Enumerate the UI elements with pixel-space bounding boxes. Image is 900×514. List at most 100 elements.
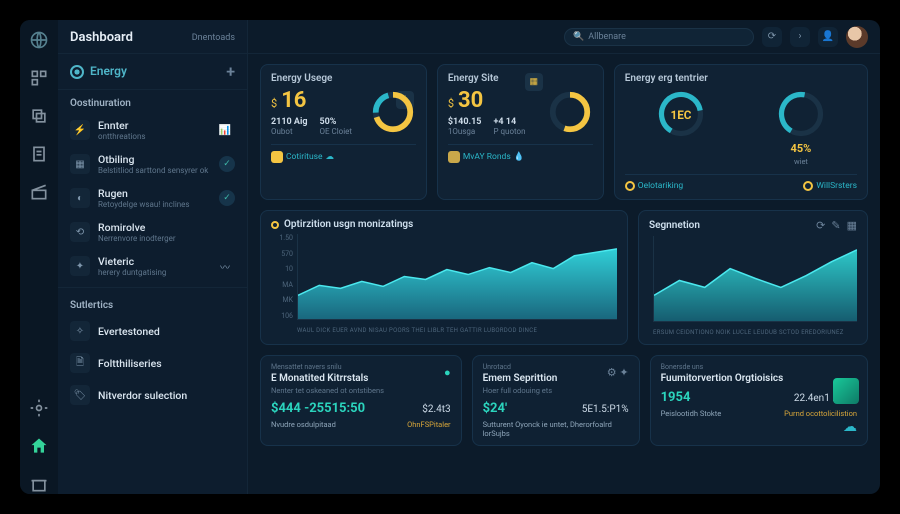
- chart-title: Segnnetion: [649, 220, 700, 231]
- sidebar-item-ennter[interactable]: ⚡ Ennterontthreations 📊: [58, 113, 247, 147]
- y-axis: 1.5057010MAMK106: [271, 234, 293, 320]
- rail-home-icon[interactable]: [29, 436, 49, 456]
- ring-dot-icon: [625, 181, 635, 191]
- edit-icon[interactable]: ✎: [831, 219, 840, 232]
- drop-icon: 💧: [514, 152, 525, 162]
- refresh-icon[interactable]: ⟳: [816, 219, 825, 232]
- sidebar-item-label: Foltthiliseries: [98, 357, 235, 370]
- x-axis: WAUL DICK EUER AVND NISAU POORS THEI LIB…: [297, 327, 617, 334]
- rail-doc-icon[interactable]: [29, 144, 49, 164]
- search-icon: 🔍: [573, 32, 584, 42]
- sidebar-item-label: Otbiling: [98, 153, 211, 166]
- wave-icon: 〰: [215, 256, 235, 276]
- content: Energy Usege $16 1 2110 AigOubot 50%OE C…: [248, 54, 880, 456]
- page-subtitle: Dnentoads: [192, 33, 235, 43]
- section-stats-label: Sutlertics: [58, 292, 247, 315]
- region-icon: ◐: [70, 188, 90, 208]
- usage-value: 16: [281, 88, 306, 113]
- sidebar-item-vieteric[interactable]: ✦ Vietericherery duntgatising 〰: [58, 249, 247, 283]
- next-button[interactable]: ›: [790, 27, 810, 47]
- summary-card-c: Bonersde uns Fuumitorvertion Orgtioisics…: [650, 355, 868, 446]
- rail-layers-icon[interactable]: [29, 106, 49, 126]
- rail-globe-icon[interactable]: [29, 30, 49, 50]
- sidebar: Dashboard Dnentoads Energy + Oostinurati…: [58, 20, 248, 494]
- chart-tools: ⟳ ✎ ▦: [816, 219, 857, 232]
- sidebar-item-romirolve[interactable]: ⟲ RomirolveNerrenvore inodterger: [58, 215, 247, 249]
- svg-text:1EC: 1EC: [670, 108, 691, 122]
- ring-value: 45%: [791, 142, 812, 155]
- summary-title: Fuumitorvertion Orgtioisics: [661, 373, 857, 384]
- sidebar-item-label: Rugen: [98, 187, 211, 200]
- notify-button[interactable]: 👤: [818, 27, 838, 47]
- card-title: Energy Usege: [271, 73, 416, 84]
- sidebar-item-folt[interactable]: 🗎 Foltthiliseries: [58, 347, 247, 379]
- card-foot-link[interactable]: Cotirituse ☁: [271, 151, 334, 163]
- status-dot-icon: ●: [444, 366, 451, 379]
- summary-title: E Monatited Kitrrstals: [271, 373, 451, 384]
- x-axis: ERSUM CEIDNTIONO NOIK LUCLE LEUDUB SCTOD…: [653, 329, 857, 336]
- card-title: Energy erg tentrier: [625, 73, 857, 84]
- card-energy-usage: Energy Usege $16 1 2110 AigOubot 50%OE C…: [260, 64, 427, 200]
- icon-rail: [20, 20, 58, 494]
- card-title: Energy Site: [448, 73, 593, 84]
- chart-title: Optirzition usgn monizatings: [284, 219, 413, 230]
- section-config-label: Oostinuration: [58, 90, 247, 113]
- rail-archive-icon[interactable]: [29, 474, 49, 494]
- add-button[interactable]: +: [226, 62, 235, 81]
- gauge-icon: [547, 89, 593, 135]
- cloud-icon: ☁: [326, 152, 335, 162]
- search-input[interactable]: 🔍 Allbenare: [564, 28, 754, 46]
- energy-label: Energy: [90, 64, 127, 78]
- building-icon: [833, 378, 859, 404]
- card-energy-center: Energy erg tentrier 1EC 45% wiet Oelotar…: [614, 64, 868, 200]
- chart-optimization: Optirzition usgn monizatings 1.5057010MA…: [260, 210, 628, 345]
- site-value: 30: [458, 88, 483, 113]
- summary-card-a: Mensattet navers snilu E Monatited Kitrr…: [260, 355, 462, 446]
- avatar[interactable]: [846, 26, 868, 48]
- spark-icon: ✧: [70, 321, 90, 341]
- page-title: Dashboard: [70, 30, 133, 45]
- refresh-button[interactable]: ⟳: [762, 27, 782, 47]
- search-placeholder: Allbenare: [588, 32, 745, 42]
- billing-icon: ▦: [70, 154, 90, 174]
- check-icon: ✓: [219, 190, 235, 206]
- sidebar-header: Dashboard Dnentoads: [58, 20, 247, 54]
- sidebar-item-label: Romirolve: [98, 221, 235, 234]
- sidebar-item-label: Nitverdor sulection: [98, 389, 235, 402]
- topbar: 🔍 Allbenare ⟳ › 👤: [248, 20, 880, 54]
- gear-icon[interactable]: ⚙ ✦: [607, 366, 629, 379]
- sidebar-item-evertestoned[interactable]: ✧ Evertestoned: [58, 315, 247, 347]
- amount: $444 -25515:50: [271, 401, 365, 416]
- rail-grid-icon[interactable]: [29, 68, 49, 88]
- sidebar-energy-row[interactable]: Energy +: [58, 54, 247, 90]
- sidebar-item-label: Evertestoned: [98, 325, 235, 338]
- vendor-icon: 🏷: [70, 385, 90, 405]
- amount: $24': [483, 401, 507, 416]
- target-icon: [70, 65, 84, 79]
- summary-card-b: Unrotacd Emem Seprittion ⚙ ✦ Hoer full o…: [472, 355, 640, 446]
- check-icon: ✓: [219, 156, 235, 172]
- dot-icon: [271, 221, 279, 229]
- dot-icon: [271, 151, 283, 163]
- sidebar-item-otbiling[interactable]: ▦ OtbilingBelstitliod sarttond sensyrer …: [58, 147, 247, 181]
- area-chart: [653, 236, 857, 322]
- sidebar-item-vendor[interactable]: 🏷 Nitverdor sulection: [58, 379, 247, 411]
- rail-radio-icon[interactable]: [29, 182, 49, 202]
- foot-link-right[interactable]: WillSrsters: [803, 181, 857, 191]
- amount: 1954: [661, 390, 691, 405]
- ring-gauge-left: 1EC: [655, 88, 707, 140]
- app-shell: Dashboard Dnentoads Energy + Oostinurati…: [20, 20, 880, 494]
- history-icon: ✦: [70, 256, 90, 276]
- bolt-icon: ⚡: [70, 120, 90, 140]
- chip-icon: ▦: [525, 73, 543, 91]
- calendar-icon[interactable]: ▦: [847, 219, 857, 232]
- foot-link-left[interactable]: Oelotariking: [625, 181, 683, 191]
- rail-settings-icon[interactable]: [29, 398, 49, 418]
- chart-icon: 📊: [215, 120, 235, 140]
- gauge-icon: [370, 89, 416, 135]
- area-chart: [297, 234, 617, 320]
- sidebar-item-label: Ennter: [98, 119, 207, 132]
- sidebar-item-rugen[interactable]: ◐ RugenRetoydelge wsau! inclines ✓: [58, 181, 247, 215]
- card-foot-link[interactable]: MvAY Ronds 💧: [448, 151, 524, 163]
- card-energy-site: Energy Site $30 ▦ $140.151Ousga +4 14P q…: [437, 64, 604, 200]
